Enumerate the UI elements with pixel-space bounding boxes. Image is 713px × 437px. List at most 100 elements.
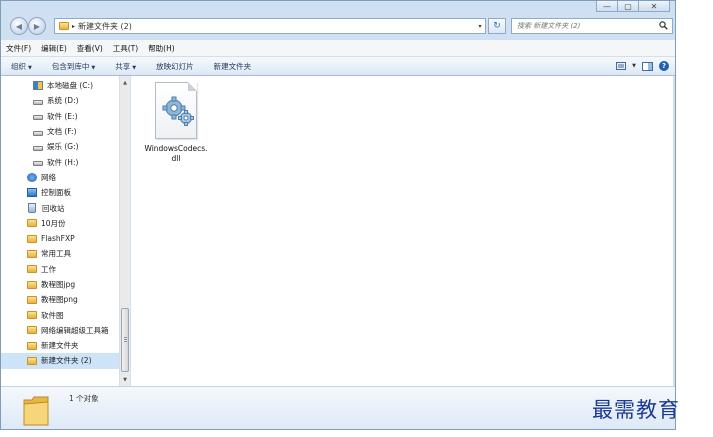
- address-bar[interactable]: ▸ 新建文件夹 (2) ▾: [54, 18, 486, 34]
- nav-item-folder-tutorial-png[interactable]: 教程图png: [1, 292, 119, 307]
- nav-item-label: 本地磁盘 (C:): [47, 81, 93, 91]
- folder-icon: [23, 396, 49, 426]
- nav-item-recycle-bin[interactable]: 回收站: [1, 200, 119, 215]
- menu-edit[interactable]: 编辑(E): [36, 43, 72, 54]
- maximize-button[interactable]: ▢: [617, 1, 639, 12]
- nav-item-label: 新建文件夹 (2): [41, 356, 92, 366]
- folder-icon: [27, 234, 37, 243]
- folder-icon: [27, 295, 37, 304]
- scrollbar-thumb[interactable]: [121, 308, 129, 372]
- breadcrumb-separator-icon[interactable]: ▸: [72, 23, 75, 30]
- help-icon[interactable]: ?: [659, 61, 669, 71]
- include-in-library-label: 包含到库中: [51, 61, 90, 71]
- back-arrow-icon: ◀: [15, 21, 23, 31]
- drive-icon: [33, 161, 43, 167]
- search-box[interactable]: [511, 18, 673, 34]
- nav-item-folder-october[interactable]: 10月份: [1, 216, 119, 231]
- nav-item-local-disk-c[interactable]: 本地磁盘 (C:): [1, 78, 119, 93]
- change-view-button[interactable]: [616, 60, 627, 72]
- menu-file[interactable]: 文件(F): [1, 43, 36, 54]
- nav-item-folder-common-tools[interactable]: 常用工具: [1, 246, 119, 261]
- nav-item-label: 文档 (F:): [47, 127, 77, 137]
- drive-icon: [33, 130, 43, 136]
- scroll-down-icon[interactable]: ▼: [120, 375, 130, 385]
- include-in-library-button[interactable]: 包含到库中 ▼: [42, 61, 105, 72]
- command-bar: 组织 ▼ 包含到库中 ▼ 共享 ▼ 放映幻灯片 新建文件夹 ▼ ?: [1, 57, 675, 76]
- address-dropdown-icon[interactable]: ▾: [475, 23, 485, 30]
- view-controls: ▼ ?: [616, 60, 669, 72]
- nav-item-folder-new-folder-2[interactable]: 新建文件夹 (2): [1, 353, 119, 369]
- nav-item-folder-software-images[interactable]: 软件图: [1, 307, 119, 322]
- slideshow-button[interactable]: 放映幻灯片: [146, 61, 204, 72]
- nav-item-drive-e[interactable]: 软件 (E:): [1, 109, 119, 124]
- nav-item-drive-h[interactable]: 软件 (H:): [1, 154, 119, 169]
- nav-item-label: 教程图jpg: [41, 280, 76, 289]
- address-row: ◀ ▶ ▸ 新建文件夹 (2) ▾ ↻: [1, 16, 675, 38]
- drive-icon: [33, 115, 43, 121]
- organize-button[interactable]: 组织 ▼: [1, 61, 42, 72]
- nav-item-folder-work[interactable]: 工作: [1, 262, 119, 277]
- search-icon[interactable]: [659, 20, 668, 32]
- system-drive-icon: [33, 81, 43, 91]
- folder-icon: [27, 326, 37, 335]
- nav-item-label: 10月份: [41, 218, 66, 228]
- nav-item-label: 常用工具: [41, 249, 71, 259]
- forward-button[interactable]: ▶: [28, 17, 46, 35]
- menu-help[interactable]: 帮助(H): [143, 43, 180, 54]
- share-button[interactable]: 共享 ▼: [105, 61, 146, 72]
- folder-icon: [27, 356, 37, 365]
- dropdown-arrow-icon: ▼: [28, 64, 32, 71]
- view-dropdown-icon[interactable]: ▼: [632, 60, 636, 72]
- minimize-button[interactable]: —: [596, 1, 618, 12]
- breadcrumb-current-folder[interactable]: 新建文件夹 (2): [78, 21, 132, 32]
- file-item-windowscodecs-dll[interactable]: WindowsCodecs.dll: [143, 82, 209, 164]
- nav-item-label: 控制面板: [41, 188, 71, 198]
- nav-item-folder-tutorial-jpg[interactable]: 教程图jpg: [1, 277, 119, 292]
- navigation-pane: 本地磁盘 (C:) 系统 (D:) 软件 (E:) 文档 (F:) 娱乐 (G:…: [1, 76, 119, 386]
- nav-item-label: 网络编辑超级工具箱: [41, 325, 109, 335]
- folder-icon: [27, 311, 37, 320]
- dropdown-arrow-icon: ▼: [91, 64, 96, 71]
- recycle-bin-icon: [28, 203, 36, 214]
- explorer-window: — ▢ ✕ ◀ ▶ ▸ 新建文件夹 (2) ▾ ↻ 文件(F) 编辑(E) 查看…: [0, 0, 676, 430]
- nav-item-folder-new-folder[interactable]: 新建文件夹: [1, 338, 119, 353]
- nav-item-label: 新建文件夹: [41, 341, 79, 351]
- preview-pane-button[interactable]: [642, 60, 653, 72]
- back-button[interactable]: ◀: [10, 17, 28, 35]
- close-button[interactable]: ✕: [638, 1, 670, 12]
- forward-arrow-icon: ▶: [33, 21, 41, 31]
- folder-icon: [27, 219, 37, 228]
- share-label: 共享: [115, 61, 131, 71]
- details-pane: 1 个对象: [1, 386, 675, 429]
- network-icon: [27, 172, 37, 182]
- refresh-button[interactable]: ↻: [488, 18, 506, 34]
- scroll-up-icon[interactable]: ▲: [120, 78, 130, 88]
- new-folder-button[interactable]: 新建文件夹: [204, 61, 262, 72]
- folder-icon: [27, 341, 37, 350]
- menu-view[interactable]: 查看(V): [72, 43, 108, 54]
- nav-item-control-panel[interactable]: 控制面板: [1, 185, 119, 200]
- caption-buttons: — ▢ ✕: [596, 1, 670, 13]
- nav-item-label: 系统 (D:): [47, 96, 79, 106]
- dropdown-arrow-icon: ▼: [132, 64, 137, 71]
- nav-item-folder-editing-toolbox[interactable]: 网络编辑超级工具箱: [1, 323, 119, 338]
- watermark: 最需教育: [592, 398, 680, 422]
- file-list: WindowsCodecs.dll: [131, 76, 673, 386]
- nav-item-label: 网络: [41, 172, 56, 182]
- nav-item-drive-d[interactable]: 系统 (D:): [1, 93, 119, 108]
- nav-item-network[interactable]: 网络: [1, 170, 119, 185]
- menu-tools[interactable]: 工具(T): [108, 43, 143, 54]
- nav-item-label: 软件 (H:): [47, 157, 79, 167]
- nav-item-label: 回收站: [42, 203, 65, 213]
- nav-item-drive-f[interactable]: 文档 (F:): [1, 124, 119, 139]
- dll-gear-icon: [149, 82, 203, 140]
- nav-pane-scrollbar[interactable]: ▲ ▼: [119, 76, 130, 386]
- drive-icon: [33, 145, 43, 151]
- nav-item-label: 工作: [41, 264, 56, 274]
- nav-item-drive-g[interactable]: 娱乐 (G:): [1, 139, 119, 154]
- view-icon: [616, 62, 627, 70]
- search-input[interactable]: [517, 22, 657, 30]
- menu-bar: 文件(F) 编辑(E) 查看(V) 工具(T) 帮助(H): [1, 40, 675, 57]
- nav-item-folder-flashfxp[interactable]: FlashFXP: [1, 231, 119, 246]
- item-count: 1 个对象: [69, 394, 99, 403]
